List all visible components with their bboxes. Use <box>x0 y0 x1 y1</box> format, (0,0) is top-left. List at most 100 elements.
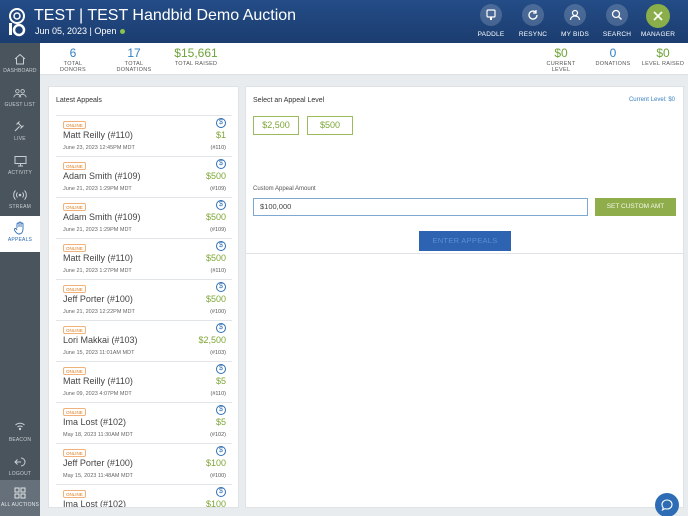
dollar-icon: $ <box>216 487 226 497</box>
stats-bar: 6 TOTAL DONORS 17 TOTAL DONATIONS $15,66… <box>40 43 688 75</box>
guests-icon <box>13 86 27 100</box>
appeal-date: May 18, 2023 11:30AM MDT <box>63 432 133 438</box>
monitor-icon <box>13 154 27 168</box>
sidebar-item-appeals[interactable]: APPEALS <box>0 216 40 252</box>
level-button-2500[interactable]: $2,500 <box>253 116 299 135</box>
donor-name: Lori Makkai (#103) <box>63 335 138 345</box>
appeal-row[interactable]: ONLINE Ima Lost (#102) May 18, 2023 11:30A… <box>56 402 232 443</box>
paddle-number: (#109) <box>210 186 226 192</box>
logout-icon <box>13 455 27 469</box>
online-badge: ONLINE <box>63 408 86 416</box>
enter-appeals-button[interactable]: ENTER APPEALS <box>419 231 511 251</box>
sidebar-item-beacon[interactable]: BEACON <box>0 418 40 452</box>
current-level-label: Current Level: $0 <box>628 97 675 103</box>
paddle-number: (#100) <box>210 473 226 479</box>
stat-donations: 0 DONATIONS <box>595 46 631 67</box>
level-button-500[interactable]: $500 <box>307 116 353 135</box>
my-bids-button[interactable]: MY BIDS <box>554 4 596 40</box>
appeal-row[interactable]: ONLINE Matt Reilly (#110) June 09, 2023 4:… <box>56 361 232 402</box>
grid-icon <box>13 486 27 500</box>
paddle-number: (#110) <box>210 391 227 397</box>
set-custom-amount-button[interactable]: SET CUSTOM AMT <box>595 198 676 216</box>
appeal-amount: $500 <box>205 212 226 222</box>
appeal-row[interactable]: ONLINE Matt Reilly (#110) June 21, 2023 1:… <box>56 238 232 279</box>
online-badge: ONLINE <box>63 367 86 375</box>
select-appeal-level-title: Select an Appeal Level <box>253 97 325 104</box>
paddle-button[interactable]: PADDLE <box>470 4 512 40</box>
custom-amount-input[interactable]: $100,000 <box>253 198 588 216</box>
sidebar-item-dashboard[interactable]: DASHBOARD <box>0 49 40 83</box>
paddle-number: (#103) <box>210 350 226 356</box>
appeal-row[interactable]: ONLINE Adam Smith (#109) June 21, 2023 1:2… <box>56 197 232 238</box>
paddle-icon <box>480 4 502 26</box>
appeal-date: June 15, 2023 11:01AM MDT <box>63 350 135 356</box>
handbid-logo-icon <box>9 8 26 37</box>
donor-name: Ima Lost (#102) <box>63 499 127 508</box>
appeal-level-panel: Select an Appeal Level Current Level: $0… <box>245 86 684 254</box>
dollar-icon: $ <box>216 364 226 374</box>
dollar-icon: $ <box>216 200 226 210</box>
manager-button[interactable]: MANAGER <box>637 4 679 40</box>
dollar-icon: $ <box>216 118 226 128</box>
online-badge: ONLINE <box>63 449 86 457</box>
stat-current-level: $0 CURRENT LEVEL <box>546 46 576 73</box>
dollar-icon: $ <box>216 323 226 333</box>
custom-amount-label: Custom Appeal Amount <box>253 186 316 192</box>
close-icon <box>646 4 670 28</box>
stat-total-raised: $15,661 TOTAL RAISED <box>174 46 218 67</box>
appeal-row[interactable]: ONLINE Jeff Porter (#100) May 15, 2023 11:… <box>56 443 232 484</box>
dollar-icon: $ <box>216 446 226 456</box>
online-badge: ONLINE <box>63 490 86 498</box>
online-badge: ONLINE <box>63 285 86 293</box>
gavel-icon <box>13 120 27 134</box>
online-badge: ONLINE <box>63 203 86 211</box>
paddle-number: (#110) <box>210 268 227 274</box>
chat-icon <box>661 499 673 512</box>
latest-appeals-panel: Latest Appeals ONLINE Matt Reilly (#110) J… <box>48 86 239 508</box>
sidebar-item-guest-list[interactable]: GUEST LIST <box>0 83 40 117</box>
online-badge: ONLINE <box>63 326 86 334</box>
appeal-row[interactable]: ONLINE Ima Lost (#102) $ $100 <box>56 484 232 508</box>
sidebar-item-all-auctions[interactable]: ALL AUCTIONS <box>0 480 40 516</box>
appeal-date: June 21, 2023 12:22PM MDT <box>63 309 135 315</box>
appeal-date: June 09, 2023 4:07PM MDT <box>63 391 132 397</box>
chat-button[interactable] <box>655 493 679 516</box>
donor-name: Ima Lost (#102) <box>63 417 127 427</box>
appeal-amount: $1 <box>215 130 226 140</box>
appeal-date: May 15, 2023 11:48AM MDT <box>63 473 133 479</box>
beacon-icon <box>13 421 27 435</box>
appeal-row[interactable]: ONLINE Matt Reilly (#110) June 23, 2023 12… <box>56 115 232 156</box>
donor-name: Matt Reilly (#110) <box>63 130 133 140</box>
paddle-number: (#109) <box>210 227 226 233</box>
home-icon <box>13 52 27 66</box>
appeals-content-area <box>245 254 684 508</box>
dollar-icon: $ <box>216 282 226 292</box>
resync-button[interactable]: RESYNC <box>512 4 554 40</box>
paddle-number: (#110) <box>210 145 227 151</box>
appeal-row[interactable]: ONLINE Adam Smith (#109) June 21, 2023 1:2… <box>56 156 232 197</box>
resync-icon <box>522 4 544 26</box>
appeal-date: June 21, 2023 1:27PM MDT <box>63 268 132 274</box>
stat-total-donations: 17 TOTAL DONATIONS <box>116 46 152 73</box>
app-header: TEST | TEST Handbid Demo Auction Jun 05,… <box>0 0 688 43</box>
appeal-amount: $500 <box>205 253 226 263</box>
appeal-amount: $500 <box>205 294 226 304</box>
paddle-number: (#102) <box>210 432 226 438</box>
appeal-amount: $500 <box>205 171 226 181</box>
appeal-amount: $100 <box>205 458 226 468</box>
appeal-amount: $2,500 <box>198 335 226 345</box>
stream-icon <box>13 188 27 202</box>
donor-name: Jeff Porter (#100) <box>63 458 133 468</box>
sidebar: DASHBOARD GUEST LIST LIVE ACTIVITY STREA… <box>0 43 40 516</box>
stat-total-donors: 6 TOTAL DONORS <box>60 46 86 73</box>
search-icon <box>606 4 628 26</box>
appeal-row[interactable]: ONLINE Jeff Porter (#100) June 21, 2023 12… <box>56 279 232 320</box>
sidebar-item-activity[interactable]: ACTIVITY <box>0 151 40 185</box>
auction-subtitle: Jun 05, 2023 | Open <box>35 26 126 36</box>
sidebar-item-stream[interactable]: STREAM <box>0 185 40 219</box>
appeal-amount: $5 <box>215 417 226 427</box>
appeal-row[interactable]: ONLINE Lori Makkai (#103) June 15, 2023 11… <box>56 320 232 361</box>
search-button[interactable]: SEARCH <box>596 4 638 40</box>
appeals-list: ONLINE Matt Reilly (#110) June 23, 2023 12… <box>56 115 232 508</box>
sidebar-item-live[interactable]: LIVE <box>0 117 40 151</box>
